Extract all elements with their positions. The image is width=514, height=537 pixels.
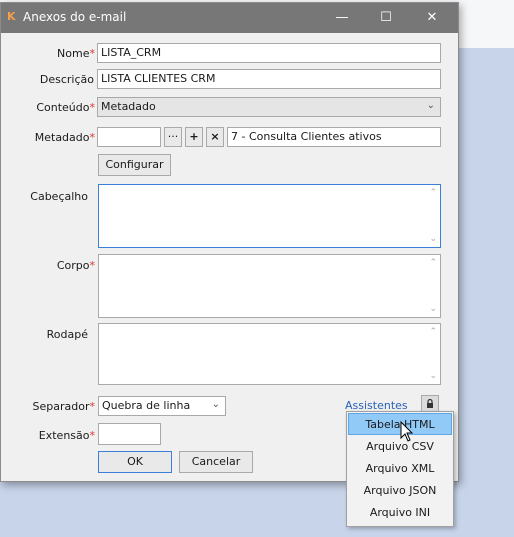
required-mark: * — [89, 101, 96, 114]
extensao-field[interactable] — [98, 423, 161, 445]
add-button[interactable]: + — [185, 127, 203, 147]
metadado-label-text: Metadado — [34, 131, 90, 144]
chevron-down-icon: ⌄ — [426, 100, 435, 111]
required-mark: * — [89, 400, 96, 413]
conteudo-label-text: Conteúdo — [36, 101, 90, 114]
ok-button[interactable]: OK — [98, 451, 172, 473]
scroll-down-icon[interactable]: ⌄ — [429, 371, 437, 381]
separador-select-value: Quebra de linha — [102, 399, 191, 412]
required-mark: * — [89, 259, 96, 272]
background-window-panel — [466, 48, 514, 537]
metadado-description-field: 7 - Consulta Clientes ativos — [227, 127, 441, 147]
menu-item-arquivo-ini[interactable]: Arquivo INI — [347, 502, 453, 524]
attachments-dialog: K Anexos do e-mail — ☐ ✕ Nome* LISTA_CRM… — [0, 2, 459, 482]
chevron-down-icon: ⌄ — [211, 399, 220, 410]
required-mark: * — [89, 429, 96, 442]
rodape-label: Rodapé — [46, 328, 88, 341]
conteudo-select-value: Metadado — [101, 100, 156, 113]
cancel-button[interactable]: Cancelar — [179, 451, 253, 473]
extensao-label-text: Extensão — [38, 429, 90, 442]
rodape-textarea[interactable]: ⌃ ⌄ — [98, 323, 441, 385]
maximize-button[interactable]: ☐ — [363, 3, 409, 33]
nome-field[interactable]: LISTA_CRM — [97, 43, 441, 63]
scroll-up-icon[interactable]: ⌃ — [429, 258, 437, 268]
scroll-down-icon[interactable]: ⌄ — [429, 234, 437, 244]
corpo-label-text: Corpo — [56, 259, 90, 272]
separador-label-text: Separador — [32, 400, 90, 413]
app-icon: K — [7, 10, 16, 23]
separador-label: Separador* — [1, 400, 95, 413]
conteudo-label: Conteúdo* — [1, 101, 95, 114]
required-mark: * — [89, 131, 96, 144]
scroll-up-icon[interactable]: ⌃ — [429, 327, 437, 337]
extensao-label: Extensão* — [1, 429, 95, 442]
nome-label-text: Nome — [57, 47, 90, 60]
close-button[interactable]: ✕ — [409, 3, 455, 33]
browse-button[interactable]: ··· — [164, 127, 182, 147]
scroll-down-icon[interactable]: ⌄ — [429, 304, 437, 314]
title-bar: K Anexos do e-mail — ☐ ✕ — [1, 3, 458, 33]
corpo-textarea[interactable]: ⌃ ⌄ — [98, 254, 441, 318]
corpo-label: Corpo* — [1, 259, 95, 272]
conteudo-select[interactable]: Metadado ⌄ — [97, 97, 441, 117]
minimize-button[interactable]: — — [319, 3, 365, 33]
descricao-field[interactable]: LISTA CLIENTES CRM — [97, 69, 441, 89]
window-title: Anexos do e-mail — [23, 10, 127, 24]
nome-label: Nome* — [1, 47, 95, 60]
metadado-code-field[interactable] — [97, 127, 161, 147]
remove-button[interactable]: × — [206, 127, 224, 147]
cabecalho-textarea[interactable]: ⌃ ⌄ — [98, 184, 441, 248]
configurar-button[interactable]: Configurar — [98, 154, 171, 176]
mouse-pointer-icon — [400, 420, 414, 442]
menu-item-arquivo-xml[interactable]: Arquivo XML — [347, 458, 453, 480]
separador-select[interactable]: Quebra de linha ⌄ — [98, 396, 226, 416]
descricao-label: Descrição — [39, 73, 94, 86]
scroll-up-icon[interactable]: ⌃ — [429, 188, 437, 198]
required-mark: * — [89, 47, 96, 60]
menu-item-arquivo-json[interactable]: Arquivo JSON — [347, 480, 453, 502]
metadado-label: Metadado* — [1, 131, 95, 144]
cabecalho-label: Cabeçalho — [30, 190, 88, 203]
